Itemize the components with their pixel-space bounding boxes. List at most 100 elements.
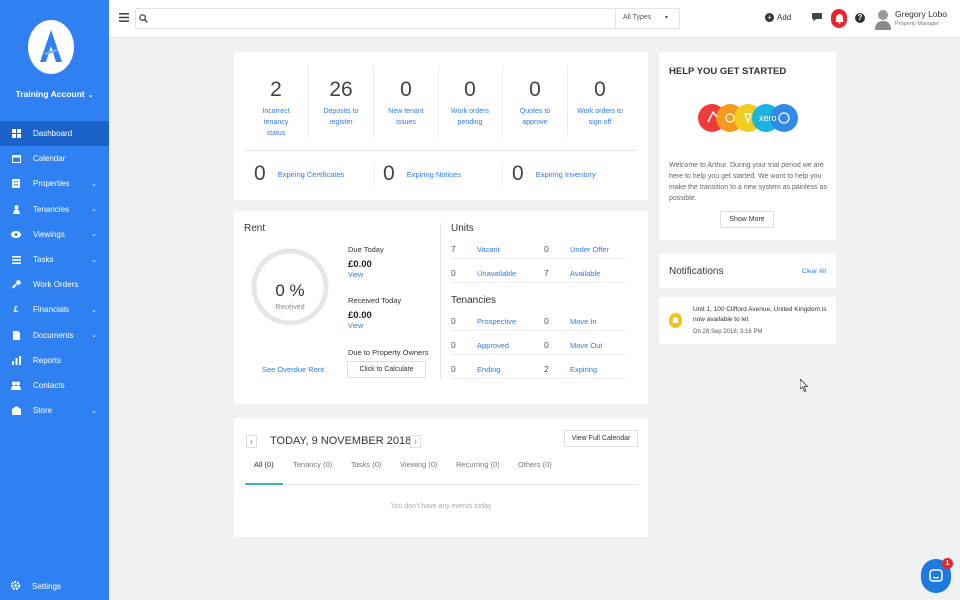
- expiring-notices[interactable]: 0 Expiring Notices: [383, 162, 461, 186]
- see-overdue-rent-link[interactable]: See Overdue Rent: [262, 365, 324, 374]
- units-available-link[interactable]: Available: [570, 269, 600, 278]
- received-today-view-link[interactable]: View: [348, 323, 363, 330]
- tenancies-prospective-count: 0: [451, 316, 456, 326]
- sidebar-item-label: Calendar: [33, 154, 66, 164]
- calculate-button[interactable]: Click to Calculate: [347, 361, 426, 378]
- menu-icon[interactable]: [119, 13, 129, 23]
- stat-value: 0: [594, 78, 606, 101]
- stat-work-orders-pending[interactable]: 0 Work orders pending: [438, 78, 502, 128]
- units-under-offer-link[interactable]: Under Offer: [570, 245, 609, 254]
- sidebar-item-reports[interactable]: Reports: [0, 348, 109, 373]
- sidebar-item-work-orders[interactable]: Work Orders: [0, 272, 109, 297]
- tenancies-prospective-link[interactable]: Prospective: [477, 317, 516, 326]
- sidebar-item-financials[interactable]: £ Financials ⌄: [0, 297, 109, 322]
- expiring-value: 0: [383, 162, 395, 185]
- sidebar-item-calendar[interactable]: Calendar: [0, 146, 109, 171]
- notification-time: On 28 Sep 2018, 3:16 PM: [693, 329, 763, 335]
- sidebar-item-properties[interactable]: Properties ⌄: [0, 171, 109, 196]
- wrench-icon: [11, 280, 21, 290]
- search-icon: [139, 14, 148, 25]
- stat-deposits[interactable]: 26 Deposits to register: [309, 78, 373, 128]
- chat-icon[interactable]: [812, 13, 822, 24]
- units-unavailable-link[interactable]: Unavailable: [477, 269, 516, 278]
- help-text: Welcome to Arthur. During your trial per…: [669, 162, 827, 202]
- units-unavailable-count: 0: [451, 268, 456, 278]
- notifications-bell[interactable]: [831, 9, 847, 28]
- contacts-icon: [11, 380, 21, 390]
- active-tab-indicator: [245, 483, 283, 485]
- sidebar-item-label: Dashboard: [33, 129, 73, 139]
- account-name: Training Account: [15, 89, 85, 99]
- integration-logos[interactable]: xero: [696, 100, 800, 136]
- sidebar: Training Account ⌄ Dashboard Calendar Pro…: [0, 0, 109, 600]
- units-available-count: 7: [544, 268, 549, 278]
- mouse-cursor-icon: [800, 379, 808, 392]
- tab-tenancy[interactable]: Tenancy (0): [293, 460, 332, 469]
- clear-all-link[interactable]: Clear All: [802, 268, 826, 275]
- pound-icon: £: [13, 305, 19, 315]
- avatar[interactable]: [875, 8, 891, 30]
- arthur-logo[interactable]: [28, 20, 74, 74]
- bell-icon: [834, 13, 844, 24]
- account-switcher[interactable]: Training Account ⌄: [0, 89, 109, 99]
- help-card: HELP YOU GET STARTED xero Welcome to Art…: [659, 52, 836, 240]
- calendar-tabs: All (0) Tenancy (0) Tasks (0) Viewing (0…: [245, 458, 638, 485]
- dashboard-icon: [11, 129, 21, 139]
- tenancies-move-in-count: 0: [544, 316, 549, 326]
- sidebar-item-store[interactable]: Store ⌄: [0, 398, 109, 423]
- stat-tenant-issues[interactable]: 0 New tenant issues: [374, 78, 438, 128]
- calendar-next-button[interactable]: ›: [410, 435, 421, 448]
- help-icon[interactable]: ?: [855, 13, 865, 23]
- stat-incorrect-tenancy[interactable]: 2 Incorrect tenancy status: [244, 78, 308, 139]
- tenancies-row: 0 Approved 0 Move Out: [451, 337, 626, 355]
- tab-recurring[interactable]: Recurring (0): [456, 460, 500, 469]
- list-icon: [11, 255, 21, 265]
- notification-bell-icon: [669, 313, 682, 328]
- sidebar-item-label: Work Orders: [33, 280, 79, 290]
- units-vacant-link[interactable]: Vacant: [477, 245, 500, 254]
- tenancies-ending-link[interactable]: Ending: [477, 365, 500, 374]
- show-more-button[interactable]: Show More: [720, 211, 774, 228]
- stat-sign-off[interactable]: 0 Work orders to sign off: [568, 78, 632, 128]
- sidebar-item-settings[interactable]: Settings: [11, 581, 61, 592]
- tenancies-approved-link[interactable]: Approved: [477, 341, 509, 350]
- gear-icon: [11, 581, 20, 592]
- chevron-down-icon: ⌄: [91, 332, 97, 340]
- caret-down-icon: ▾: [664, 15, 668, 21]
- notification-item[interactable]: Unit 1, 100 Clifford Avenue, United King…: [659, 297, 836, 344]
- expiring-inventory[interactable]: 0 Expiring Inventory: [512, 162, 596, 186]
- expiring-label: Expiring Inventory: [535, 169, 596, 179]
- sidebar-item-tasks[interactable]: Tasks ⌄: [0, 247, 109, 272]
- tab-tasks[interactable]: Tasks (0): [351, 460, 381, 469]
- help-title: HELP YOU GET STARTED: [669, 66, 787, 77]
- stat-value: 0: [464, 78, 476, 101]
- stat-label: Deposits to register: [323, 108, 359, 126]
- add-button[interactable]: + Add: [765, 13, 791, 22]
- sidebar-item-dashboard[interactable]: Dashboard: [0, 121, 109, 147]
- sidebar-item-contacts[interactable]: Contacts: [0, 373, 109, 398]
- tab-viewing[interactable]: Viewing (0): [400, 460, 437, 469]
- type-select[interactable]: All Types ▾: [615, 8, 671, 29]
- expiring-certificates[interactable]: 0 Expiring Certificates: [254, 162, 344, 186]
- stat-quotes[interactable]: 0 Quotes to approve: [503, 78, 567, 128]
- sidebar-item-documents[interactable]: Documents ⌄: [0, 323, 109, 348]
- chevron-down-icon: ⌄: [91, 180, 97, 188]
- calendar-prev-button[interactable]: ‹: [246, 435, 257, 448]
- sidebar-item-label: Documents: [33, 330, 74, 340]
- tenancies-move-in-link[interactable]: Move In: [570, 317, 597, 326]
- tab-others[interactable]: Others (0): [518, 460, 552, 469]
- search-input[interactable]: [152, 11, 612, 26]
- sidebar-item-viewings[interactable]: Viewings ⌄: [0, 222, 109, 247]
- tenancies-move-out-link[interactable]: Move Out: [570, 341, 603, 350]
- chevron-down-icon: ⌄: [91, 407, 97, 415]
- settings-label: Settings: [32, 582, 61, 591]
- calendar-icon: [11, 154, 21, 164]
- sidebar-item-tenancies[interactable]: Tenancies ⌄: [0, 197, 109, 222]
- view-full-calendar-button[interactable]: View Full Calendar: [564, 430, 638, 447]
- tenancies-expiring-link[interactable]: Expiring: [570, 365, 597, 374]
- rent-percent: 0 %: [275, 281, 305, 300]
- due-today-view-link[interactable]: View: [348, 272, 363, 279]
- tab-all[interactable]: All (0): [254, 460, 274, 469]
- user-name[interactable]: Gregory Lobo: [895, 9, 947, 19]
- calendar-empty-message: You don't have any events today: [390, 503, 492, 510]
